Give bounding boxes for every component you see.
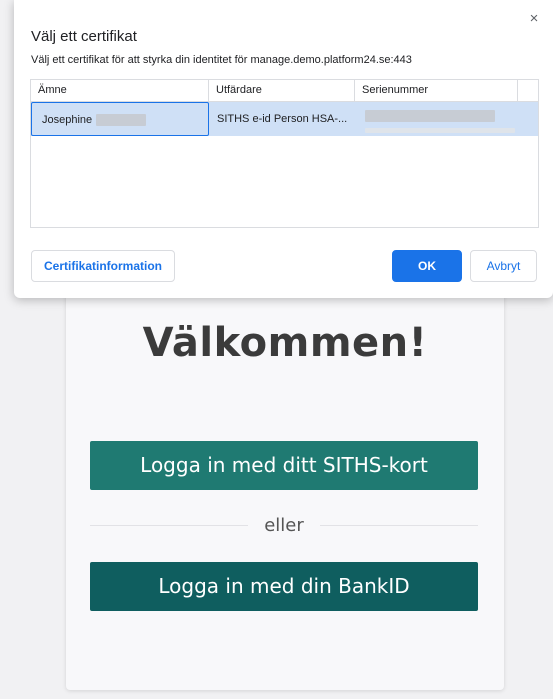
redacted-block bbox=[365, 110, 495, 123]
cell-subject: Josephine bbox=[31, 102, 209, 136]
certificate-dialog: × Välj ett certifikat Välj ett certifika… bbox=[14, 0, 553, 298]
or-divider: eller bbox=[90, 513, 478, 537]
column-header-issuer[interactable]: Utfärdare bbox=[209, 80, 355, 101]
certificate-table: Ämne Utfärdare Serienummer Josephine SIT… bbox=[30, 79, 539, 228]
divider-line-right bbox=[319, 524, 478, 526]
column-header-empty bbox=[518, 80, 538, 101]
divider-line-left bbox=[90, 524, 249, 526]
cell-serial bbox=[355, 102, 525, 136]
redacted-block bbox=[365, 127, 515, 133]
table-row[interactable]: Josephine SITHS e-id Person HSA-... bbox=[31, 102, 538, 136]
dialog-title: Välj ett certifikat bbox=[31, 28, 137, 45]
column-header-serial[interactable]: Serienummer bbox=[355, 80, 518, 101]
dialog-subtitle: Välj ett certifikat för att styrka din i… bbox=[31, 54, 412, 66]
welcome-heading: Välkommen! bbox=[142, 320, 428, 366]
certificate-info-button[interactable]: Certifikatinformation bbox=[31, 250, 175, 282]
close-icon[interactable]: × bbox=[525, 10, 543, 28]
subject-text: Josephine bbox=[42, 114, 93, 126]
cell-issuer: SITHS e-id Person HSA-... bbox=[217, 113, 348, 125]
divider-text: eller bbox=[264, 514, 304, 536]
ok-button[interactable]: OK bbox=[392, 250, 462, 282]
bankid-login-button[interactable]: Logga in med din BankID bbox=[90, 562, 478, 611]
column-header-subject[interactable]: Ämne bbox=[31, 80, 209, 101]
table-header: Ämne Utfärdare Serienummer bbox=[31, 80, 538, 102]
siths-login-button[interactable]: Logga in med ditt SITHS-kort bbox=[90, 441, 478, 490]
redacted-block bbox=[96, 114, 147, 127]
cancel-button[interactable]: Avbryt bbox=[470, 250, 537, 282]
